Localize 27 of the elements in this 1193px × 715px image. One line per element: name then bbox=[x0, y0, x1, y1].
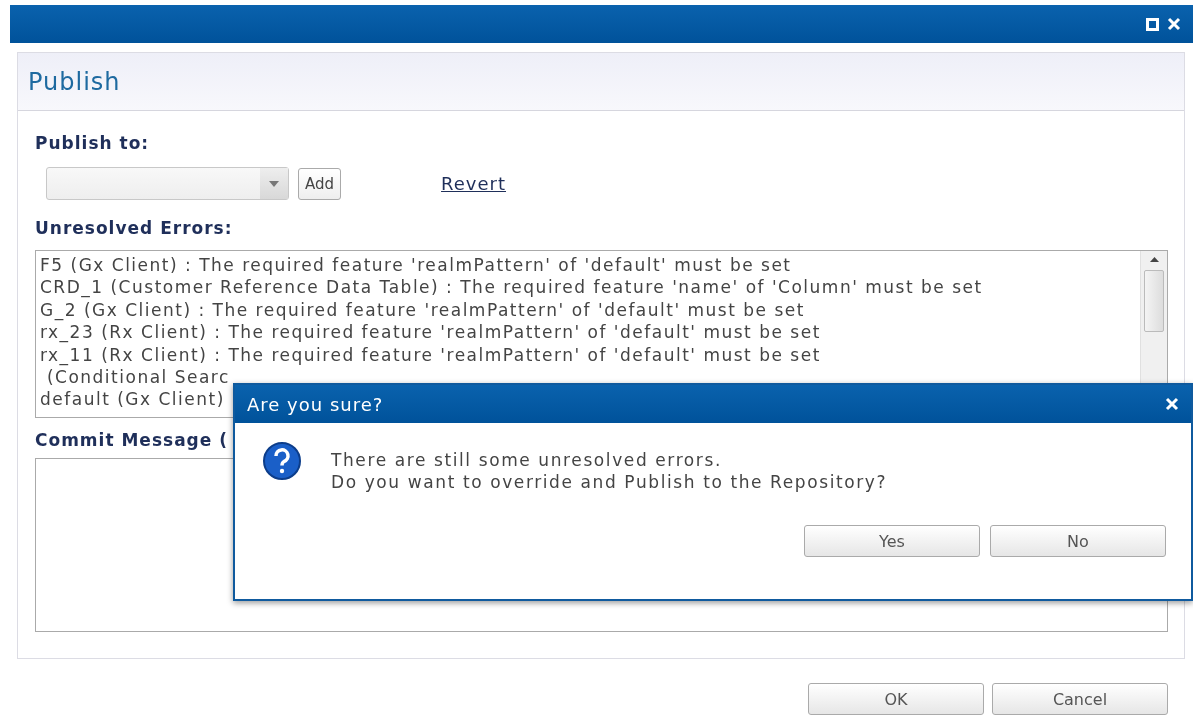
confirm-title: Are you sure? bbox=[247, 393, 384, 415]
error-line: G_2 (Gx Client) : The required feature 'realmPattern' of 'default' must be set bbox=[40, 298, 805, 322]
close-icon[interactable] bbox=[1165, 397, 1179, 411]
confirm-message: Do you want to override and Publish to the Repository? bbox=[331, 471, 888, 493]
add-button[interactable]: Add bbox=[298, 167, 342, 200]
confirm-message: There are still some unresolved errors. bbox=[331, 449, 722, 471]
question-icon bbox=[262, 441, 302, 481]
dialog-title: Publish bbox=[28, 67, 121, 96]
ok-button[interactable]: OK bbox=[808, 683, 984, 715]
revert-link[interactable]: Revert bbox=[441, 173, 506, 194]
scroll-thumb[interactable] bbox=[1144, 270, 1164, 332]
close-icon[interactable] bbox=[1167, 17, 1181, 31]
cancel-button[interactable]: Cancel bbox=[992, 683, 1168, 715]
error-line: (Conditional Searc bbox=[45, 366, 230, 389]
no-button[interactable]: No bbox=[990, 525, 1166, 557]
unresolved-errors-label: Unresolved Errors: bbox=[35, 218, 234, 238]
error-line: rx_23 (Rx Client) : The required feature 'realmPattern' of 'default' must be set bbox=[40, 321, 821, 344]
scroll-up-icon[interactable] bbox=[1149, 257, 1159, 262]
error-line: CRD_1 (Customer Reference Data Table) : The required feature 'name' of 'Column' must be set bbox=[40, 276, 983, 299]
caret-icon bbox=[269, 180, 279, 187]
maximize-icon[interactable] bbox=[1146, 17, 1159, 31]
commit-message-label: Commit Message ( bbox=[35, 430, 228, 450]
yes-button[interactable]: Yes bbox=[804, 525, 980, 557]
publish-to-label: Publish to: bbox=[35, 133, 151, 153]
error-line: F5 (Gx Client) : The required feature 'realmPattern' of 'default' must be set bbox=[40, 254, 792, 277]
error-line: rx_11 (Rx Client) : The required feature 'realmPattern' of 'default' must be set bbox=[40, 343, 821, 367]
error-line: default (Gx Client) bbox=[40, 388, 225, 411]
